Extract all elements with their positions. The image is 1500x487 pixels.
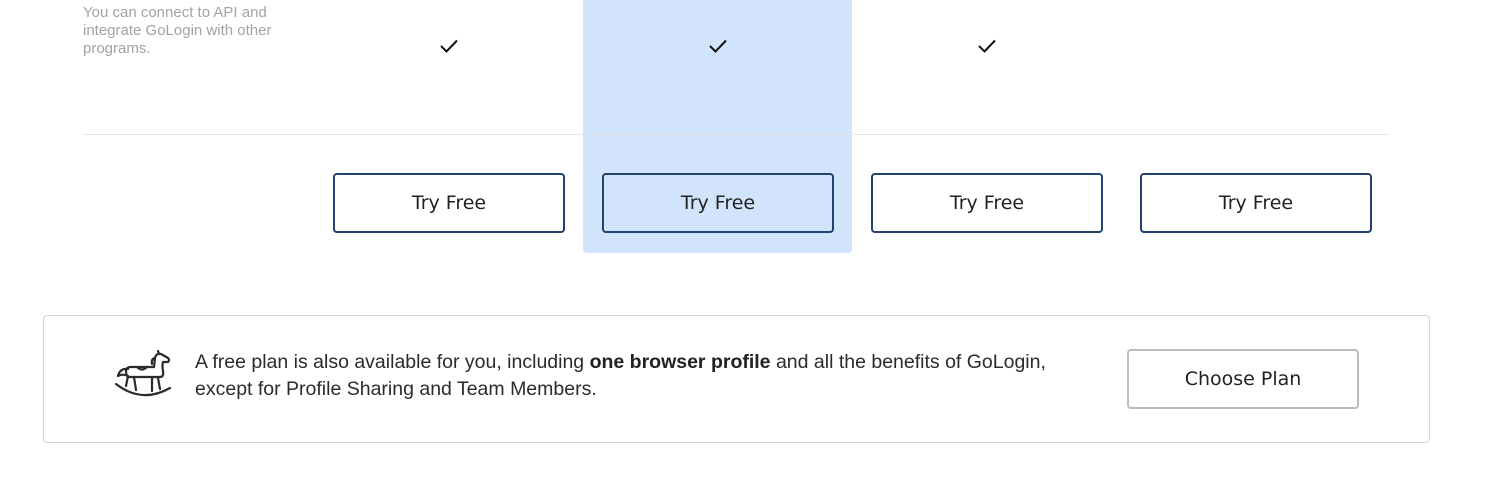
try-free-button-plan-2[interactable]: Try Free <box>602 173 834 233</box>
try-free-button-plan-4[interactable]: Try Free <box>1140 173 1372 233</box>
rocking-horse-icon <box>114 349 174 402</box>
table-divider <box>83 134 1390 135</box>
free-plan-text-start: A free plan is also available for you, i… <box>195 351 590 373</box>
free-plan-text-bold: one browser profile <box>589 351 771 373</box>
choose-plan-button[interactable]: Choose Plan <box>1127 349 1359 409</box>
feature-description-api: You can connect to API and integrate GoL… <box>83 4 272 57</box>
try-free-button-plan-1[interactable]: Try Free <box>333 173 565 233</box>
free-plan-description: A free plan is also available for you, i… <box>195 349 1075 403</box>
checkmark-icon <box>708 38 728 54</box>
try-free-button-plan-3[interactable]: Try Free <box>871 173 1103 233</box>
checkmark-icon <box>439 38 459 54</box>
checkmark-icon <box>977 38 997 54</box>
free-plan-banner: A free plan is also available for you, i… <box>43 315 1430 443</box>
